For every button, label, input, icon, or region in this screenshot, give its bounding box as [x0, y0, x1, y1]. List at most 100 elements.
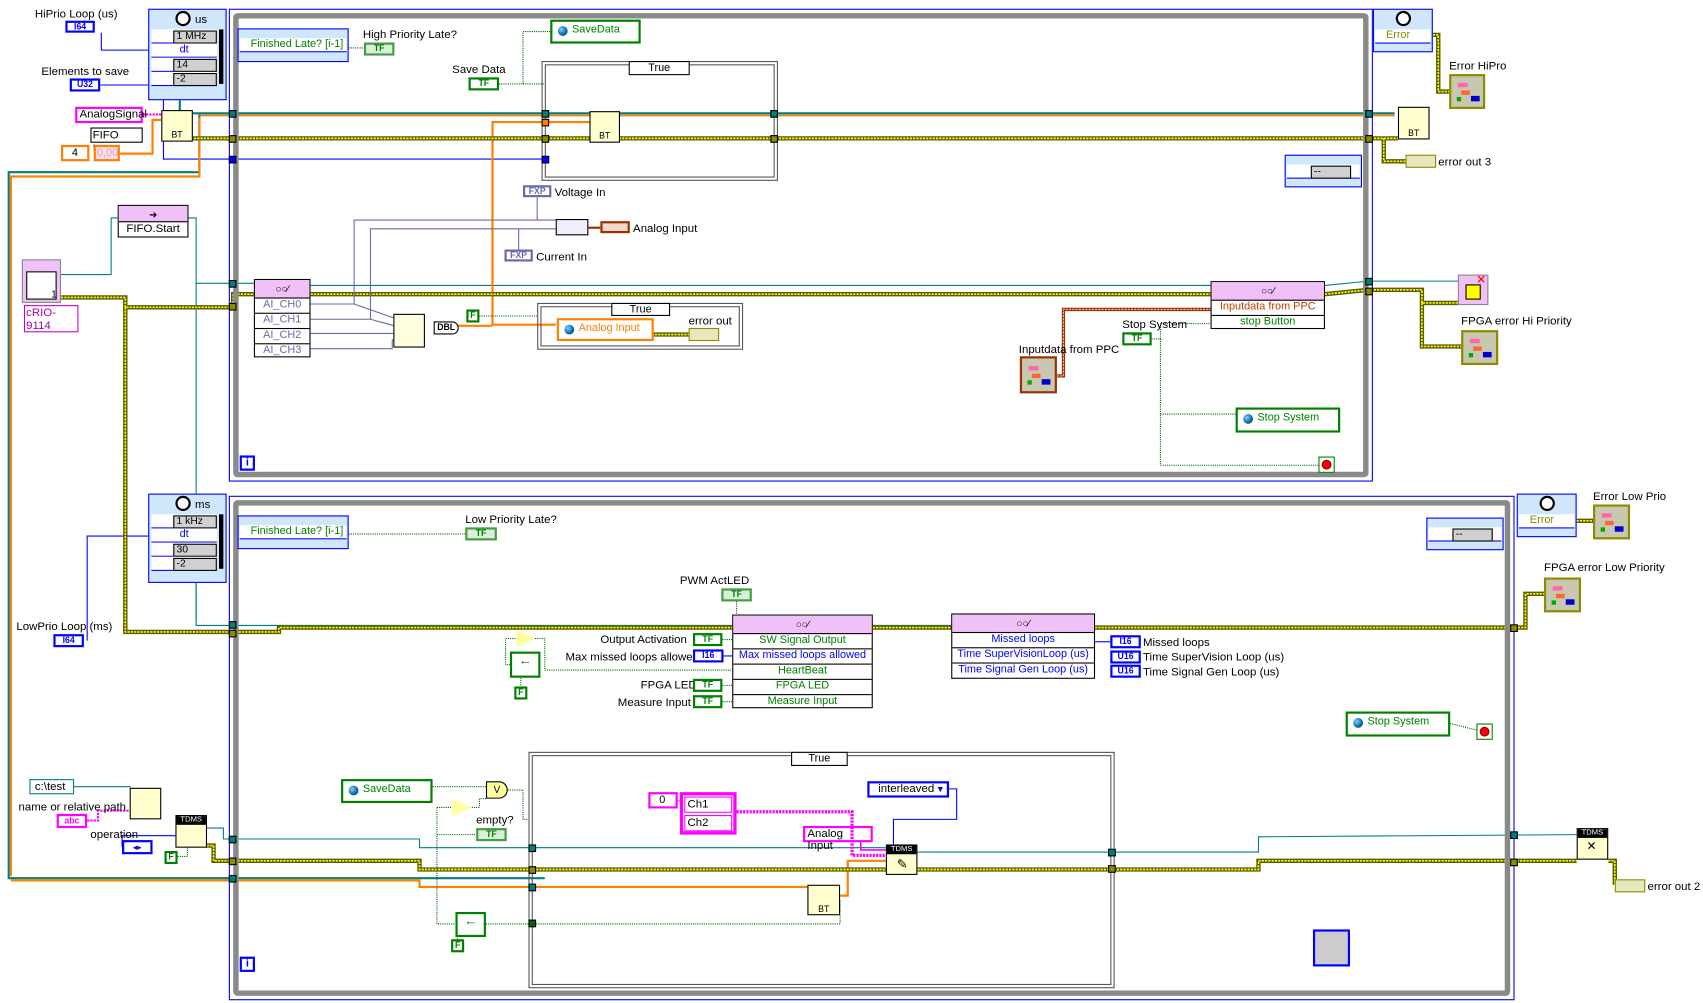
measure-input-control[interactable]: TF [692, 695, 723, 709]
finished-late-row[interactable]: Finished Late? [i-1] [239, 38, 347, 53]
feedback-node-icon[interactable]: ← [509, 651, 541, 678]
dt-row[interactable]: dt [151, 528, 217, 543]
error-row[interactable]: Error [1375, 29, 1431, 44]
wait-until-next-ms-icon[interactable] [1312, 929, 1351, 967]
hiprio-loop-control[interactable]: I64 [65, 20, 95, 33]
operation-enum-control[interactable]: ◂▸ [122, 840, 153, 855]
fifo-numeric-constant[interactable]: 4 [61, 144, 90, 162]
channel-names-array[interactable]: Ch1 Ch2 [679, 792, 737, 835]
hipro-loop-input-node[interactable]: us 1 MHz dt 14 -2 [148, 8, 227, 101]
fpga-led-control[interactable]: TF [692, 678, 723, 692]
to-double-node[interactable]: DBL [433, 321, 459, 335]
processor-row[interactable]: -2 [151, 556, 217, 571]
period-row[interactable]: 1 kHz [151, 514, 217, 529]
path-constant[interactable]: c:\test [29, 779, 75, 795]
close-fpga-reference-icon[interactable]: ✕ [1457, 273, 1489, 306]
max-missed-loops-control[interactable]: I16 [692, 649, 724, 663]
fifo-start-node[interactable]: ➜ FIFO.Start [117, 204, 189, 238]
index-constant[interactable]: 0 [648, 792, 678, 809]
output-activation-control[interactable]: TF [692, 633, 723, 647]
fpga-read-ai-node[interactable]: ○○∕ AI_CH0 AI_CH1 AI_CH2 AI_CH3 [253, 278, 311, 358]
tdms-write-case-structure[interactable] [528, 751, 1115, 989]
unbundle-row[interactable]: -- [1286, 164, 1360, 179]
ai-ch1[interactable]: AI_CH1 [254, 313, 310, 330]
finished-late-row[interactable]: Finished Late? [i-1] [239, 525, 347, 540]
lowprio-loop-control[interactable]: I64 [53, 634, 84, 648]
lowprio-loop-input-node[interactable]: ms 1 kHz dt 30 -2 [148, 493, 227, 583]
analog-input-shared-variable[interactable]: Analog Input [556, 318, 654, 342]
lowprio-left-data-node[interactable]: Finished Late? [i-1] [237, 515, 349, 550]
not-gate-icon[interactable] [452, 798, 471, 817]
max-missed-loops-row[interactable]: Max missed loops allowed [733, 648, 872, 665]
open-fpga-reference-icon[interactable]: 1 [21, 259, 62, 303]
fpga-led-row[interactable]: FPGA LED [733, 679, 872, 696]
ai-ch2[interactable]: AI_CH2 [254, 328, 310, 345]
hipro-loop-output-node[interactable]: Error [1372, 8, 1433, 53]
loop-stop-condition[interactable] [1318, 456, 1335, 473]
heartbeat-row[interactable]: HeartBeat [733, 664, 872, 680]
false-constant[interactable]: F [451, 939, 465, 953]
false-constant[interactable]: F [466, 309, 480, 323]
fifo-name-constant[interactable]: AnalogSignal [75, 106, 147, 124]
stop-button-row[interactable]: stop Button [1212, 315, 1324, 330]
unbundle-row[interactable]: -- [1428, 527, 1502, 542]
inputdata-cluster-control[interactable] [1019, 356, 1057, 394]
empty-indicator: TF [476, 828, 507, 842]
data-layout-enum[interactable]: interleaved ▼ [867, 781, 950, 798]
fifo-read-node[interactable]: BT [589, 111, 620, 143]
elements-to-save-control[interactable]: U32 [69, 78, 101, 92]
fpga-read-status-node[interactable]: ○○∕ Missed loops Time SuperVisionLoop (u… [951, 613, 1096, 679]
measure-input-row[interactable]: Measure Input [733, 694, 871, 709]
priority-row[interactable]: 14 [151, 57, 217, 72]
hipro-right-data-node[interactable]: -- [1284, 154, 1362, 188]
time-supervision-row[interactable]: Time SuperVisionLoop (us) [952, 647, 1094, 664]
fifo-value-constant[interactable]: 0,00 [93, 144, 120, 162]
ai-ch3[interactable]: AI_CH3 [255, 343, 309, 358]
build-path-icon[interactable] [129, 787, 162, 820]
fpga-read-ppc-node[interactable]: ○○∕ Inputdata from PPC stop Button [1210, 281, 1325, 330]
hipro-left-data-node[interactable]: Finished Late? [i-1] [237, 28, 349, 63]
channel-name[interactable]: Ch1 [684, 796, 733, 813]
loop-stop-condition[interactable] [1476, 723, 1493, 740]
fifo-close-node[interactable]: BT [1397, 106, 1430, 140]
period-row[interactable]: 1 MHz [151, 29, 217, 44]
case-selector[interactable]: True [628, 61, 690, 76]
false-constant[interactable]: F [164, 850, 178, 865]
time-signal-gen-row[interactable]: Time Signal Gen Loop (us) [952, 662, 1094, 677]
fifo-reference-node[interactable]: BT [161, 110, 193, 142]
tdms-close-node[interactable]: TDMS ✕ [1576, 828, 1609, 860]
feedback-node-icon[interactable]: ← [455, 911, 486, 938]
stop-system-shared-variable[interactable]: Stop System [1345, 711, 1451, 737]
tunnel [770, 135, 778, 143]
ai-ch0[interactable]: AI_CH0 [254, 297, 310, 314]
or-gate-icon[interactable]: V [485, 781, 508, 799]
case-selector[interactable]: True [611, 302, 671, 316]
group-name-constant[interactable]: Analog Input [803, 825, 873, 852]
savedata-case-structure[interactable] [541, 61, 778, 181]
sw-signal-output-row[interactable]: SW Signal Output [733, 633, 872, 650]
save-data-control[interactable]: TF [468, 77, 500, 91]
missed-loops-row[interactable]: Missed loops [952, 632, 1094, 649]
false-constant[interactable]: F [514, 686, 528, 700]
tdms-open-node[interactable]: TDMS [175, 815, 208, 848]
case-selector[interactable]: True [791, 751, 848, 766]
dt-row[interactable]: dt [151, 43, 217, 58]
fifo-read-node[interactable]: BT [807, 884, 841, 916]
processor-row[interactable]: -2 [151, 71, 217, 87]
error-row[interactable]: Error [1518, 514, 1575, 529]
fxp-bundle-node[interactable] [555, 219, 589, 236]
lowprio-loop-output-node[interactable]: Error [1516, 493, 1577, 538]
lowprio-right-data-node[interactable]: -- [1426, 517, 1504, 551]
priority-row[interactable]: 30 [151, 542, 217, 557]
savedata-shared-variable[interactable]: SaveData [341, 779, 433, 804]
tdms-write-node[interactable]: TDMS ✎ [885, 844, 918, 875]
savedata-shared-variable[interactable]: SaveData [550, 19, 641, 44]
stop-system-shared-variable[interactable]: Stop System [1235, 407, 1341, 433]
build-array-icon[interactable] [393, 313, 425, 348]
inputdata-from-ppc-row[interactable]: Inputdata from PPC [1211, 300, 1324, 316]
stop-system-control[interactable]: TF [1122, 332, 1152, 346]
not-gate-icon[interactable] [516, 629, 535, 648]
fpga-write-outputs-node[interactable]: ○○∕ SW Signal Output Max missed loops al… [732, 614, 873, 709]
name-string-control[interactable]: abc [56, 813, 88, 829]
channel-name[interactable]: Ch2 [684, 815, 733, 832]
